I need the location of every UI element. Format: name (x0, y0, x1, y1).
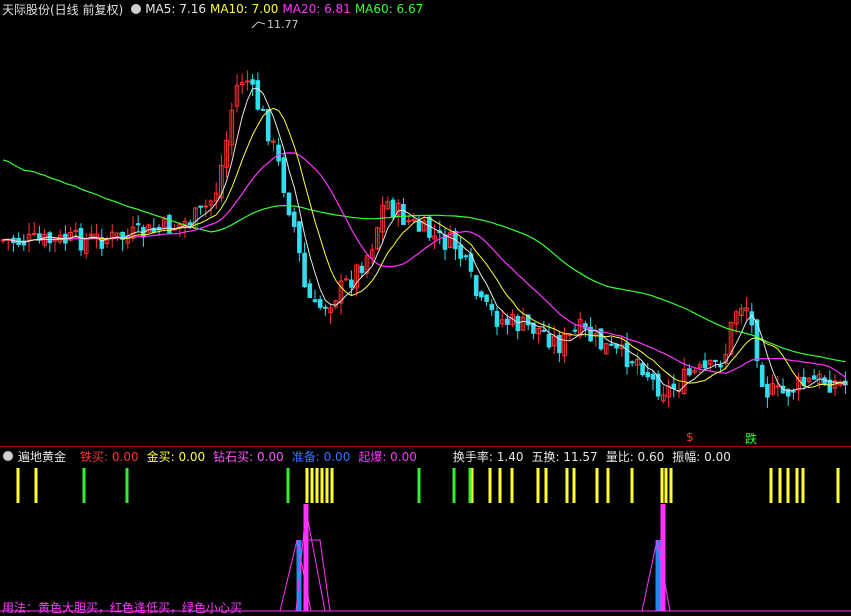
candle-body (609, 343, 614, 346)
prepare-spike (655, 540, 661, 611)
buy-signal-mark: $ (686, 430, 694, 444)
candle-body (203, 205, 209, 208)
candle-body (489, 304, 495, 311)
candle-body (307, 283, 313, 299)
candle-body (406, 220, 411, 223)
indicator-name: 遍地黄金 (18, 449, 67, 464)
candle-body (650, 373, 656, 380)
candle-body (47, 232, 53, 244)
candle-body (416, 220, 422, 232)
candle-body (317, 299, 323, 308)
candle-body (323, 306, 328, 309)
candle-body (297, 221, 302, 254)
candle-body (811, 375, 817, 380)
field-volume-ratio: 量比: 0.60 (605, 449, 665, 464)
candle-body (245, 80, 250, 83)
candle-body (135, 223, 141, 226)
field-launch: 起爆: 0.00 (358, 449, 417, 464)
candle-body (702, 360, 708, 369)
candle-body (349, 279, 354, 288)
candle-body (31, 232, 37, 235)
candle-body (255, 80, 261, 110)
candle-body (572, 329, 578, 332)
ma20-line (2, 152, 846, 378)
candle-body (749, 311, 755, 326)
candle-body (463, 255, 469, 258)
candle-body (494, 310, 500, 327)
candle-body (390, 199, 396, 218)
indicator-header: 遍地黄金 铁买: 0.00 金买: 0.00 钻石买: 0.00 准备: 0.0… (0, 448, 851, 464)
candle-body (546, 333, 552, 348)
candle-body (312, 299, 318, 303)
launch-spike (660, 504, 666, 611)
candle-body (401, 203, 406, 225)
candle-body (614, 343, 619, 349)
candle-body (484, 294, 489, 302)
candle-body (343, 278, 349, 281)
candle-body (713, 359, 718, 362)
candle-body (640, 362, 645, 376)
candle-body (718, 364, 723, 368)
field-prepare: 准备: 0.00 (291, 449, 351, 464)
candle-body (687, 368, 692, 376)
candle-body (276, 144, 281, 162)
field-turnover: 换手率: 1.40 (452, 449, 524, 464)
candle-body (479, 291, 484, 298)
candle-body (458, 244, 463, 259)
candle-body (624, 342, 630, 368)
signal-envelope (308, 539, 331, 612)
price-chart[interactable] (0, 0, 851, 615)
ma60-line (2, 159, 846, 363)
field-iron-buy: 铁买: 0.00 (80, 449, 139, 464)
candle-body (645, 372, 651, 378)
candle-body (759, 364, 765, 387)
candle-body (629, 361, 635, 364)
ma10-line (2, 107, 846, 389)
candle-body (505, 318, 510, 325)
candle-body (260, 108, 266, 111)
field-gold-buy: 金买: 0.00 (146, 449, 206, 464)
candle-body (822, 377, 827, 385)
candle-body (198, 205, 203, 208)
candle-body (302, 252, 307, 288)
candle-body (265, 109, 271, 142)
candle-body (765, 383, 770, 398)
candle-body (167, 214, 172, 235)
candle-body (291, 211, 297, 227)
candle-body (791, 390, 796, 393)
usage-note: 用法：黄色大胆买，红色逢低买，绿色小心买 (2, 601, 243, 615)
candle-body (671, 383, 677, 390)
candle-body (359, 265, 365, 273)
candle-body (541, 329, 547, 332)
fall-signal-mark: 跌 (745, 432, 758, 446)
field-amplitude: 振幅: 0.00 (672, 449, 731, 464)
candle-body (286, 192, 292, 216)
field-five-turnover: 五换: 11.57 (531, 449, 598, 464)
candle-body (473, 275, 479, 296)
candle-body (250, 79, 255, 85)
peak-marker (251, 21, 266, 29)
candle-body (281, 157, 287, 193)
field-diamond-buy: 钻石买: 0.00 (213, 449, 284, 464)
candle-body (187, 222, 193, 226)
peak-price-label: 11.77 (267, 18, 299, 31)
